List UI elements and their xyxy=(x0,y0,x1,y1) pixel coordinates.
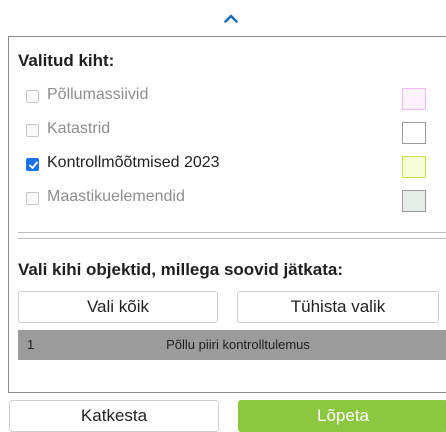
layer-checkbox[interactable] xyxy=(26,124,39,137)
layer-color-swatch xyxy=(402,190,426,212)
layer-row-maastikuelemendid[interactable]: Maastikuelemendid xyxy=(9,183,446,217)
chevron-up-icon[interactable] xyxy=(224,10,238,23)
layer-row-pollumassiivid[interactable]: Põllumassiivid xyxy=(9,81,446,115)
layer-checkbox[interactable] xyxy=(26,90,39,103)
select-all-button[interactable]: Vali kõik xyxy=(18,291,218,323)
finish-button[interactable]: Lõpeta xyxy=(238,400,446,432)
layer-label: Kontrollmõõtmised 2023 xyxy=(47,154,220,171)
divider xyxy=(18,238,446,239)
layer-checkbox-checked[interactable] xyxy=(26,158,39,171)
collapse-handle[interactable] xyxy=(0,0,446,36)
layer-label: Põllumassiivid xyxy=(47,86,149,103)
cancel-button[interactable]: Katkesta xyxy=(9,400,219,432)
layer-label: Katastrid xyxy=(47,120,111,137)
layer-label: Maastikuelemendid xyxy=(47,188,185,205)
layer-row-katastrid[interactable]: Katastrid xyxy=(9,115,446,149)
layer-color-swatch xyxy=(402,122,426,144)
result-name: Põllu piiri kontrolltulemus xyxy=(166,337,310,352)
layer-selection-panel: Valitud kiht: Põllumassiivid Katastrid K… xyxy=(8,36,446,393)
layer-checkbox[interactable] xyxy=(26,192,39,205)
clear-selection-button[interactable]: Tühista valik xyxy=(237,291,439,323)
objects-title: Vali kihi objektid, millega soovid jätka… xyxy=(18,260,343,279)
divider xyxy=(18,232,446,233)
checkmark-icon xyxy=(29,161,38,169)
layer-color-swatch xyxy=(402,88,426,110)
layer-row-kontrollmootmised[interactable]: Kontrollmõõtmised 2023 xyxy=(9,149,446,183)
layer-color-swatch xyxy=(402,156,426,178)
result-row[interactable]: 1 Põllu piiri kontrolltulemus xyxy=(18,330,446,360)
selected-layer-title: Valitud kiht: xyxy=(18,51,115,70)
